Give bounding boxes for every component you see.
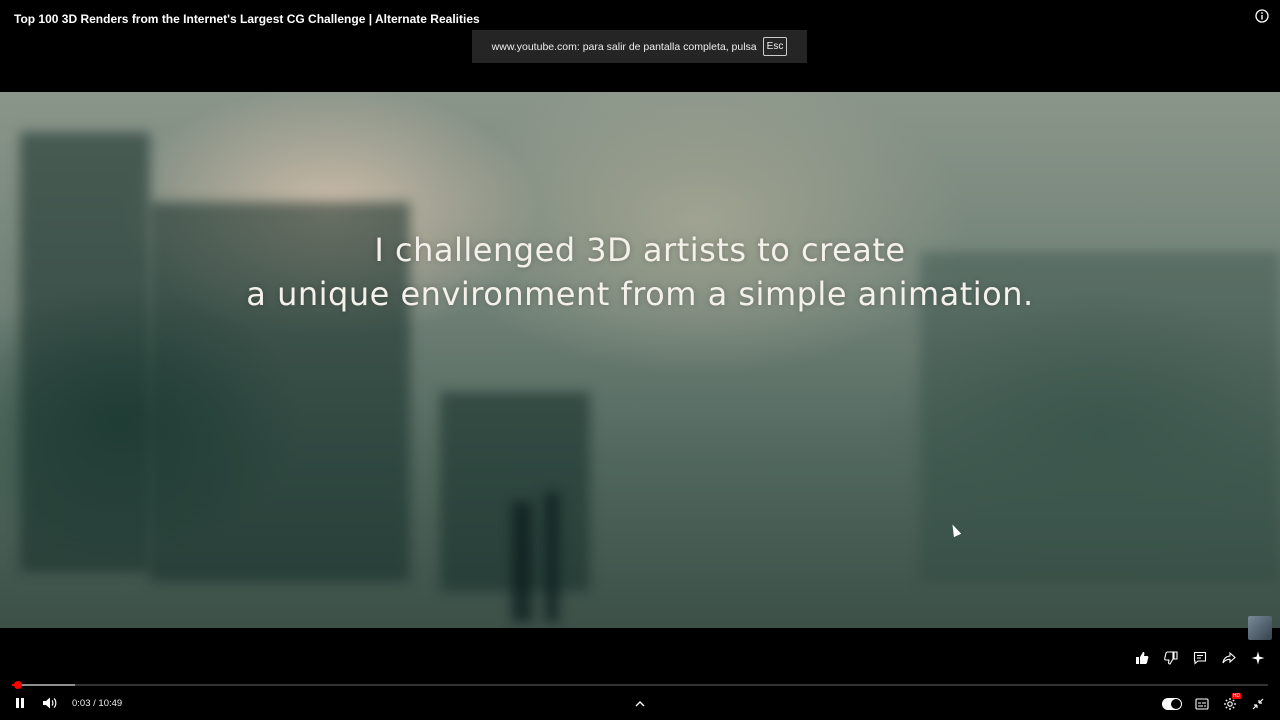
caption-line-2: a unique environment from a simple anima… — [246, 275, 1034, 313]
video-title[interactable]: Top 100 3D Renders from the Internet's L… — [14, 12, 480, 26]
video-scene-shape — [20, 132, 150, 572]
chevron-up-icon[interactable] — [634, 697, 646, 709]
info-icon[interactable] — [1254, 8, 1270, 24]
time-display: 0:03 / 10:49 — [72, 697, 123, 709]
video-frame[interactable]: I challenged 3D artists to create a uniq… — [0, 92, 1280, 628]
left-controls: 0:03 / 10:49 — [12, 696, 122, 710]
right-controls: HD — [1162, 693, 1266, 712]
fullscreen-banner-text: www.youtube.com: para salir de pantalla … — [491, 40, 757, 53]
pause-icon[interactable] — [12, 695, 28, 711]
gear-icon[interactable]: HD — [1222, 693, 1241, 712]
video-scene-shape — [512, 502, 532, 622]
share-icon[interactable] — [1221, 650, 1237, 666]
hd-badge: HD — [1231, 693, 1241, 699]
thumbs-up-icon[interactable] — [1134, 650, 1150, 666]
progress-bar[interactable] — [12, 681, 1268, 689]
channel-avatar[interactable] — [1248, 616, 1272, 640]
autoplay-toggle[interactable] — [1162, 698, 1182, 710]
action-buttons — [1134, 650, 1266, 666]
subtitles-icon[interactable] — [1194, 696, 1210, 712]
caption-line-1: I challenged 3D artists to create — [374, 231, 906, 269]
comment-icon[interactable] — [1192, 650, 1208, 666]
exit-fullscreen-icon[interactable] — [1250, 696, 1266, 712]
autoplay-toggle-knob — [1171, 699, 1181, 709]
video-scene-shape — [545, 492, 559, 622]
sparkle-icon[interactable] — [1250, 650, 1266, 666]
volume-icon[interactable] — [42, 695, 58, 711]
thumbs-down-icon[interactable] — [1163, 650, 1179, 666]
esc-key-hint: Esc — [762, 37, 788, 56]
video-caption: I challenged 3D artists to create a uniq… — [0, 228, 1280, 316]
scrubber-handle[interactable] — [14, 681, 23, 689]
fullscreen-exit-banner: www.youtube.com: para salir de pantalla … — [472, 30, 807, 63]
